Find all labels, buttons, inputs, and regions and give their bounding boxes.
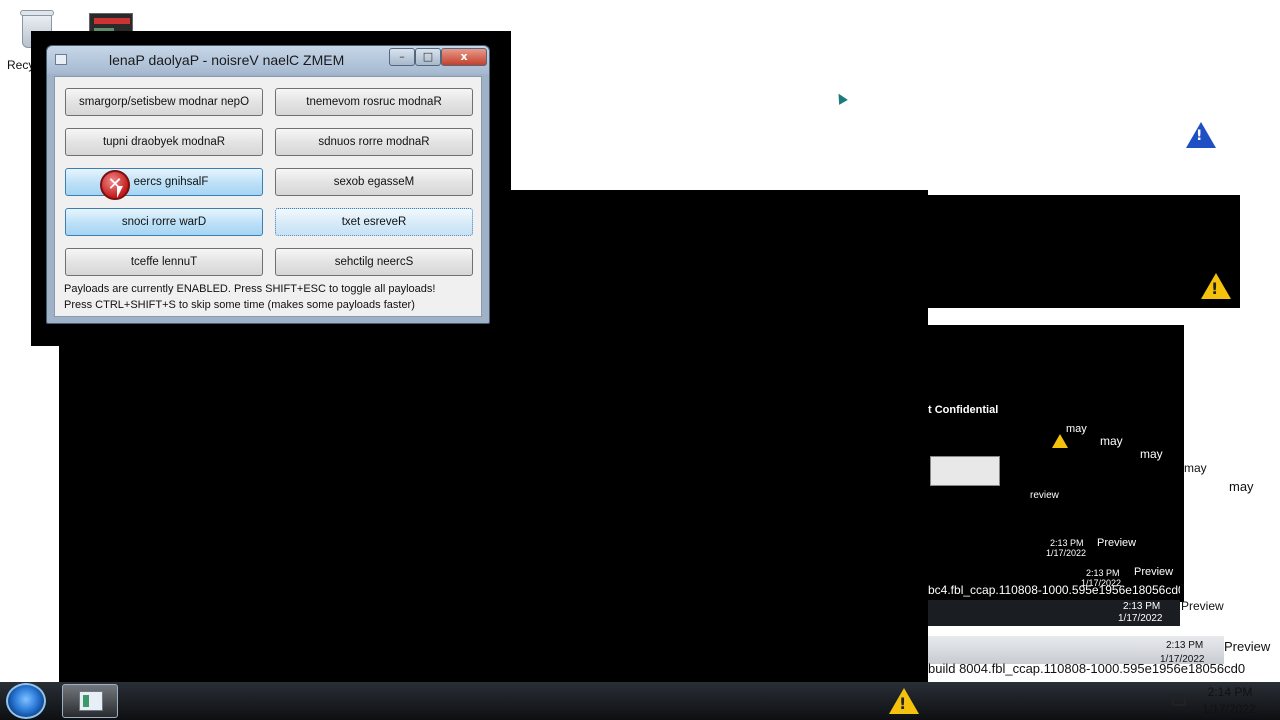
glitch-may: may (1184, 461, 1207, 475)
payload-button-keyboard-input[interactable]: tupni draobyek modnaR (65, 128, 263, 156)
warning-mark: ! (1211, 279, 1219, 298)
glitch-time: 2:13 PM (1166, 640, 1204, 651)
payload-button-cursor-movement[interactable]: tnemevom rosruc modnaR (275, 88, 473, 116)
glitch-confidential: t Confidential (928, 404, 999, 416)
maximize-button[interactable]: □ (415, 48, 441, 66)
glitch-may: may (1066, 423, 1087, 435)
payload-button-reverse-text[interactable]: txet esreveR (275, 208, 473, 236)
glitch-may: may (1229, 479, 1254, 494)
taskbar-app-button[interactable] (62, 684, 118, 718)
glitch-review: review (1030, 490, 1059, 501)
glitch-preview: Preview (1097, 537, 1137, 549)
glitch-time: 2:13 PM (1086, 568, 1120, 578)
glitch-black-region (928, 195, 1240, 308)
error-icon: ✕ (100, 170, 130, 200)
payload-button-draw-error-icons[interactable]: snoci rorre warD (65, 208, 263, 236)
payload-button-screen-glitches[interactable]: sehctilg neercS (275, 248, 473, 276)
start-orb-icon[interactable] (6, 683, 46, 719)
title-bar[interactable]: lenaP daolyaP - noisreV naelC ZMEM – □ x (47, 46, 489, 74)
glitch-may: may (1140, 447, 1163, 461)
payload-button-open-websites[interactable]: smargorp/setisbew modnar nepO (65, 88, 263, 116)
payload-button-tunnel-effect[interactable]: tceffe lennuT (65, 248, 263, 276)
glitch-popup (930, 456, 1000, 486)
warning-mark: ! (899, 694, 907, 713)
glitch-date: 1/17/2022 (1118, 613, 1163, 624)
glitch-preview: Preview (1134, 566, 1174, 578)
payload-skip-hint: Press CTRL+SHIFT+S to skip some time (ma… (64, 299, 415, 311)
taskbar (0, 682, 1280, 720)
close-button[interactable]: x (441, 48, 487, 66)
taskbar-clock-date[interactable]: 1/17/2022 (1196, 702, 1262, 716)
glitch-time: 2:13 PM (1123, 601, 1161, 612)
glitch-preview: Preview (1181, 599, 1224, 613)
payload-status-text: Payloads are currently ENABLED. Press SH… (64, 283, 436, 295)
info-triangle-mark: ! (1196, 128, 1203, 144)
minimize-button[interactable]: – (389, 48, 415, 66)
glitch-time: 2:13 PM (1050, 538, 1084, 548)
glitch-date: 1/17/2022 (1046, 548, 1087, 558)
glitch-white-strip (928, 308, 1184, 325)
glitch-build: bc4.fbl_ccap.110808-1000.595e1956e18056c… (928, 583, 1180, 597)
glitch-preview: Preview (1224, 639, 1271, 654)
cursor-icon (834, 91, 848, 105)
glitch-may: may (1100, 434, 1123, 448)
glitch-build: build 8004.fbl_ccap.110808-1000.595e1956… (928, 661, 1246, 676)
window-title: lenaP daolyaP - noisreV naelC ZMEM (109, 52, 345, 68)
network-icon[interactable] (1172, 694, 1186, 706)
payload-button-error-sounds[interactable]: sdnuos rorre modnaR (275, 128, 473, 156)
payload-button-message-boxes[interactable]: sexob egasseM (275, 168, 473, 196)
window-icon (55, 54, 67, 65)
mouse-cursor-icon (117, 186, 123, 198)
taskbar-clock-time[interactable]: 2:14 PM (1200, 685, 1260, 699)
payload-button-flashing-screen[interactable]: eercs gnihsalF (65, 168, 263, 196)
warning-icon (1052, 434, 1068, 448)
